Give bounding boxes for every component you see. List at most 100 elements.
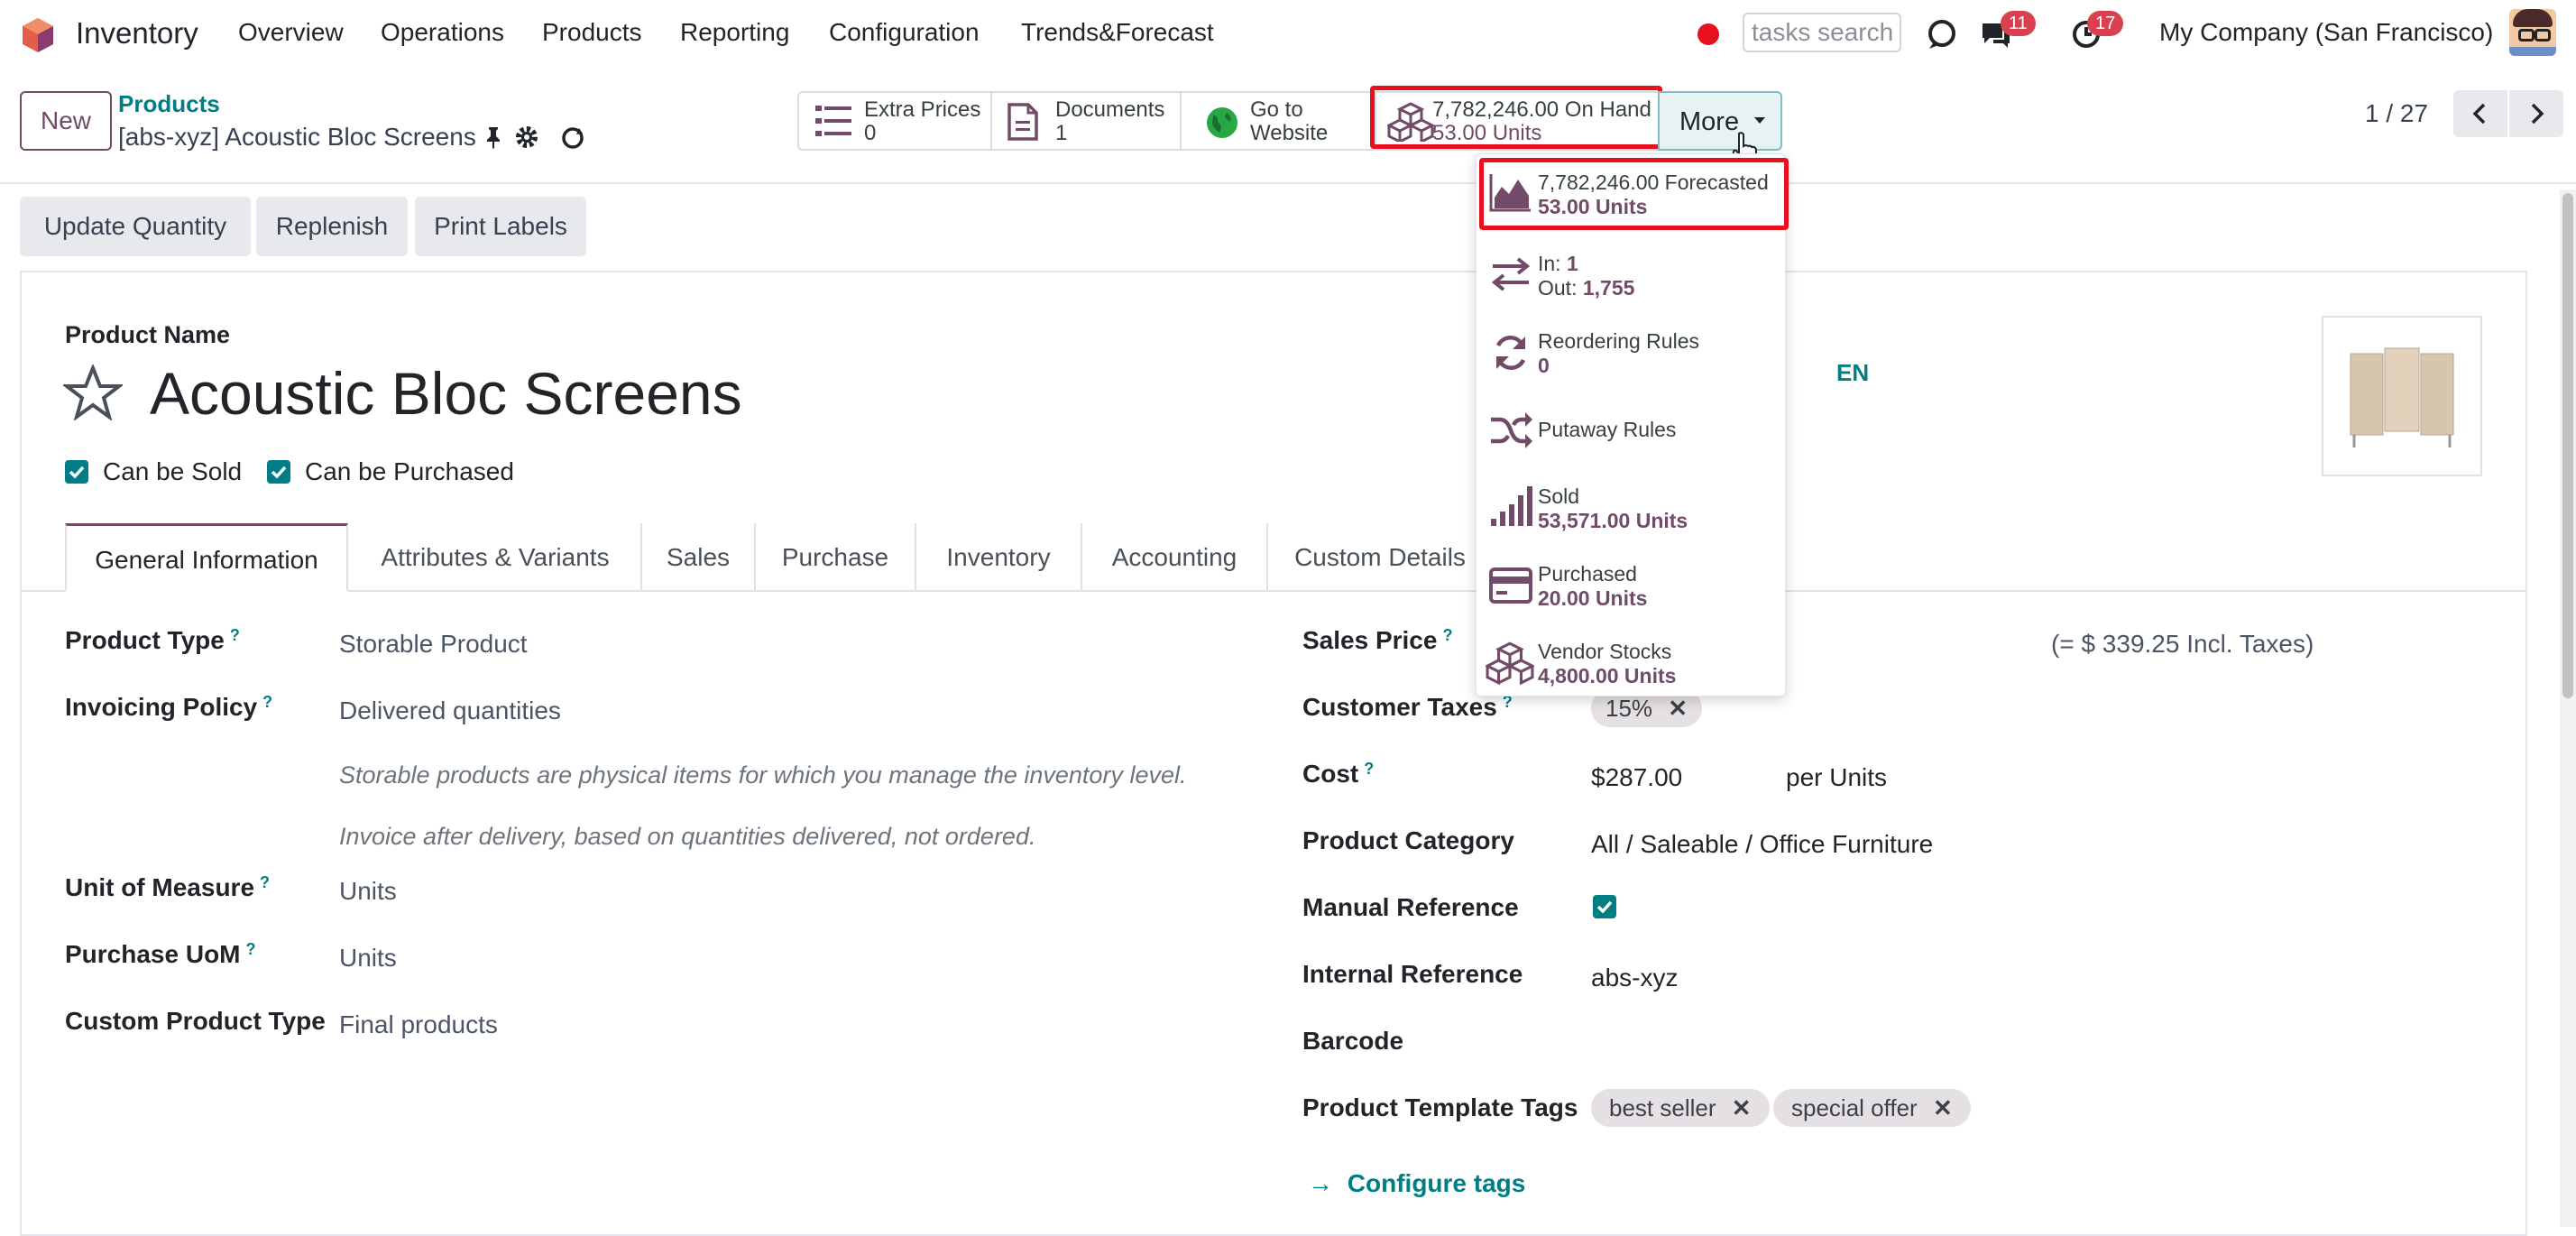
pager-value[interactable]: 1 / 27 [2365, 99, 2428, 128]
tab-sales[interactable]: Sales [642, 523, 756, 592]
extra-prices-button[interactable]: Extra Prices 0 [797, 91, 992, 151]
nav-configuration[interactable]: Configuration [829, 18, 980, 47]
invoicing-policy-field[interactable]: Delivered quantities [339, 696, 561, 725]
vendor-stocks-button[interactable]: Vendor Stocks 4,800.00 Units [1477, 623, 1785, 701]
barcode-field[interactable] [1591, 1027, 1952, 1059]
uom-field[interactable]: Units [339, 877, 397, 906]
tab-purchase[interactable]: Purchase [756, 523, 916, 592]
favorite-star-icon[interactable] [63, 364, 123, 420]
odoo-app-icon[interactable] [20, 16, 56, 54]
product-name-field[interactable]: Acoustic Bloc Screens [150, 359, 742, 428]
tab-accounting[interactable]: Accounting [1082, 523, 1268, 592]
extra-prices-value: 0 [864, 121, 877, 145]
product-image[interactable] [2322, 316, 2482, 476]
nav-operations[interactable]: Operations [381, 18, 504, 47]
page-scrollbar-thumb[interactable] [2562, 193, 2573, 698]
pager-previous-button[interactable] [2453, 90, 2507, 137]
sold-value: 53,571.00 Units [1538, 509, 1688, 532]
pin-icon[interactable] [483, 125, 503, 149]
product-category-field[interactable]: All / Saleable / Office Furniture [1591, 830, 1933, 859]
shuffle-icon [1491, 412, 1532, 448]
sales-price-label: Sales Price? [1302, 626, 1453, 654]
credit-card-icon [1489, 567, 1532, 604]
documents-value: 1 [1055, 121, 1068, 145]
product-type-field[interactable]: Storable Product [339, 630, 528, 659]
nav-reporting[interactable]: Reporting [680, 18, 789, 47]
remove-tag-icon[interactable]: ✕ [1732, 1094, 1752, 1121]
discard-changes-icon[interactable] [559, 125, 586, 152]
manual-reference-checkbox[interactable] [1593, 895, 1616, 918]
putaway-rules-button[interactable]: Putaway Rules [1477, 391, 1785, 468]
tab-custom-details[interactable]: Custom Details [1268, 523, 1492, 592]
more-stats-toggle[interactable]: More [1658, 91, 1782, 151]
cost-unit: per Units [1786, 763, 1888, 791]
tab-attributes-variants[interactable]: Attributes & Variants [350, 523, 642, 592]
signal-bars-icon [1491, 486, 1532, 526]
can-be-purchased-label[interactable]: Can be Purchased [305, 457, 514, 486]
can-be-sold-label[interactable]: Can be Sold [103, 457, 242, 486]
internal-reference-field[interactable]: abs-xyz [1591, 964, 1678, 992]
help-tooltip-icon[interactable]: ? [246, 940, 256, 958]
help-tooltip-icon[interactable]: ? [1364, 760, 1374, 778]
custom-product-type-label: Custom Product Type [65, 1007, 326, 1035]
uom-label: Unit of Measure? [65, 873, 271, 901]
remove-tag-icon[interactable]: ✕ [1933, 1094, 1953, 1121]
tab-inventory[interactable]: Inventory [916, 523, 1082, 592]
recording-indicator-icon[interactable] [1697, 23, 1719, 45]
extra-prices-label: Extra Prices [864, 97, 981, 122]
invoicing-policy-label: Invoicing Policy? [65, 693, 273, 721]
app-brand[interactable]: Inventory [76, 16, 198, 51]
arrow-right-icon: → [1308, 1169, 1333, 1197]
replenish-button[interactable]: Replenish [256, 197, 408, 256]
out-line: Out: 1,755 [1538, 276, 1635, 300]
pager-next-button[interactable] [2509, 90, 2563, 137]
manual-reference-label: Manual Reference [1302, 893, 1519, 921]
purchase-uom-field[interactable]: Units [339, 944, 397, 973]
help-tooltip-icon[interactable]: ? [262, 693, 272, 711]
help-tooltip-icon[interactable]: ? [230, 626, 240, 644]
messages-badge: 11 [2001, 11, 2036, 36]
tasks-search-input[interactable] [1743, 13, 1901, 52]
help-tooltip-icon[interactable]: ? [260, 873, 270, 891]
product-name-label: Product Name [65, 321, 231, 348]
nav-products[interactable]: Products [542, 18, 642, 47]
in-out-button[interactable]: In: 1 Out: 1,755 [1477, 235, 1785, 313]
gear-icon[interactable] [514, 125, 539, 150]
configure-tags-link[interactable]: → Configure tags [1308, 1169, 1525, 1198]
tag-label: special offer [1791, 1094, 1918, 1121]
update-quantity-button[interactable]: Update Quantity [20, 197, 251, 256]
go-to-website-button[interactable]: Go to Website [1180, 91, 1376, 151]
sold-button[interactable]: Sold 53,571.00 Units [1477, 468, 1785, 546]
document-icon [1007, 103, 1038, 141]
tag-label: best seller [1609, 1094, 1716, 1121]
chevron-right-icon [2531, 103, 2544, 125]
list-icon [815, 106, 851, 136]
language-toggle[interactable]: EN [1836, 359, 1869, 387]
print-labels-button[interactable]: Print Labels [415, 197, 586, 256]
new-button[interactable]: New [20, 91, 112, 151]
can-be-purchased-checkbox[interactable] [267, 460, 290, 484]
sold-label: Sold [1538, 484, 1580, 508]
tab-general-information[interactable]: General Information [65, 523, 348, 592]
reordering-rules-button[interactable]: Reordering Rules 0 [1477, 313, 1785, 391]
breadcrumb-products[interactable]: Products [118, 90, 220, 118]
nav-trends-forecast[interactable]: Trends&Forecast [1021, 18, 1214, 47]
tag-special-offer: special offer ✕ [1773, 1089, 1971, 1127]
company-switcher[interactable]: My Company (San Francisco) [2159, 18, 2493, 47]
checkmark-icon [1596, 900, 1613, 914]
user-avatar[interactable] [2509, 9, 2556, 56]
documents-button[interactable]: Documents 1 [990, 91, 1182, 151]
custom-product-type-field[interactable]: Final products [339, 1010, 498, 1039]
sales-price-incl-taxes: (= $ 339.25 Incl. Taxes) [2051, 630, 2314, 658]
record-title: [abs-xyz] Acoustic Bloc Screens [118, 123, 476, 151]
cost-field[interactable]: $287.00 [1591, 763, 1682, 792]
can-be-sold-checkbox[interactable] [65, 460, 88, 484]
top-navbar: Inventory Overview Operations Products R… [0, 0, 2576, 70]
purchased-button[interactable]: Purchased 20.00 Units [1477, 546, 1785, 623]
website-label-line1: Go to [1250, 97, 1303, 122]
odoobot-chat-icon[interactable] [1926, 18, 1958, 51]
vendor-stocks-value: 4,800.00 Units [1538, 664, 1677, 687]
nav-overview[interactable]: Overview [238, 18, 344, 47]
activities-badge: 17 [2087, 11, 2124, 36]
help-tooltip-icon[interactable]: ? [1442, 626, 1452, 644]
